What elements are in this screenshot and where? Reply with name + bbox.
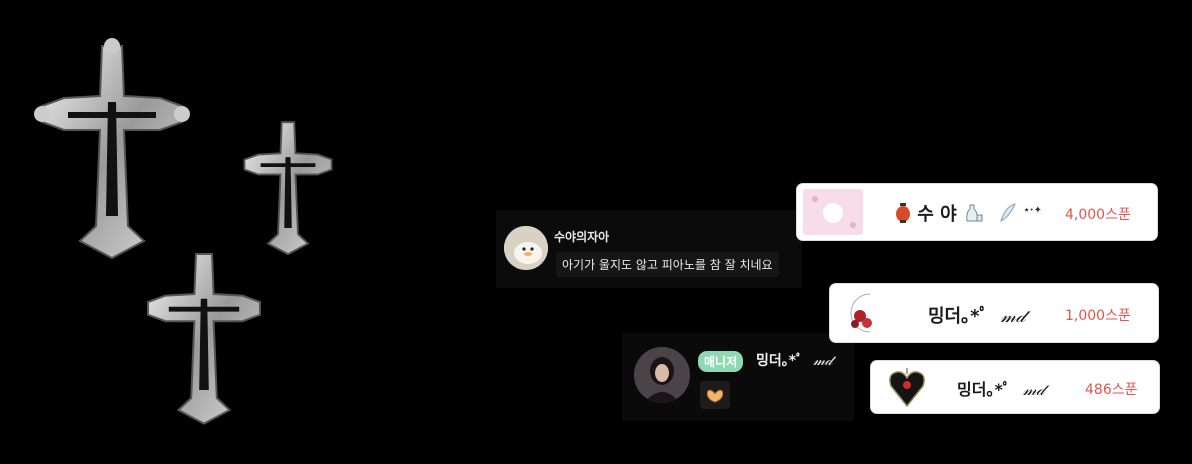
donor-name: 밍더｡*ﾟ 𝓂𝒹 <box>957 380 1045 399</box>
donation-card: 밍더｡*ﾟ 𝓂𝒹 1,000스푼 <box>830 284 1158 342</box>
cross-decoration-medium <box>140 246 268 426</box>
lantern-icon <box>895 202 911 228</box>
donation-amount: 4,000스푼 <box>1065 207 1131 223</box>
donor-name: 수 야 ⋆·✦ <box>895 200 1042 228</box>
avatar[interactable] <box>634 347 690 403</box>
avatar[interactable] <box>504 226 548 270</box>
sake-icon <box>963 203 983 228</box>
donation-card: 밍더｡*ﾟ 𝓂𝒹 486스푼 <box>871 361 1159 413</box>
cross-decoration-large <box>32 36 192 261</box>
chat-username[interactable]: 밍더｡*ﾟ 𝓂𝒹 <box>756 350 832 370</box>
donation-card: 수 야 ⋆·✦ 4,000스푼 <box>797 184 1157 240</box>
cross-decoration-small <box>238 116 338 256</box>
chat-message: 수야의자아 아기가 울지도 않고 피아노를 참 잘 치네요 <box>496 210 802 288</box>
rose-moon-thumbnail <box>840 290 888 336</box>
donation-thumbnail <box>803 189 863 235</box>
heart-pendant-thumbnail <box>885 366 929 408</box>
donor-name: 밍더｡*ﾟ 𝓂𝒹 <box>928 306 1025 327</box>
donation-amount: 486스푼 <box>1085 382 1138 398</box>
donation-amount: 1,000스푼 <box>1065 308 1131 324</box>
heart-hands-icon <box>700 381 730 409</box>
sparkle-icon: ⋆·✦ <box>1023 205 1042 216</box>
chat-username[interactable]: 수야의자아 <box>554 228 609 245</box>
chat-text: 아기가 울지도 않고 피아노를 참 잘 치네요 <box>556 252 779 277</box>
chat-message-manager: 매니저 밍더｡*ﾟ 𝓂𝒹 <box>622 333 854 421</box>
wing-icon <box>999 202 1017 228</box>
manager-badge: 매니저 <box>698 351 744 372</box>
